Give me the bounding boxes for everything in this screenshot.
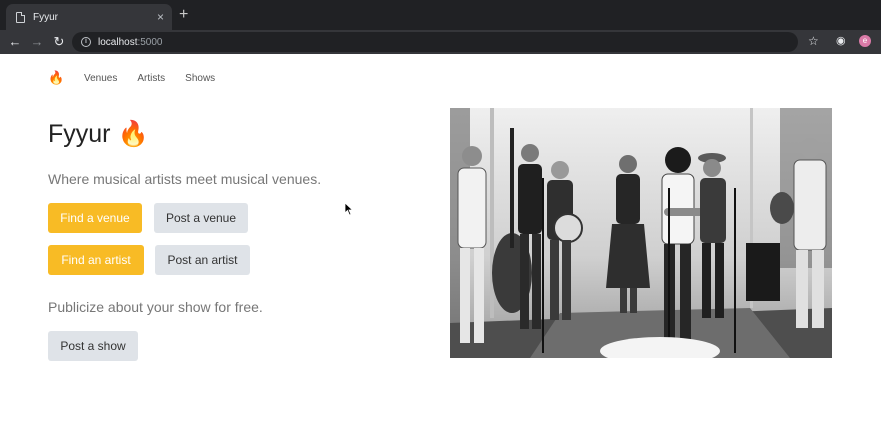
tab-title: Fyyur (33, 11, 58, 23)
document-icon (16, 11, 25, 23)
extensions-icon[interactable]: ◉ (836, 34, 846, 47)
brand-fire-icon[interactable]: 🔥 (48, 70, 64, 86)
browser-toolbar: ← → ↻ i localhost:5000 ☆ ◉ e (0, 30, 881, 54)
url-host: localhost (98, 36, 138, 48)
nav-link-shows[interactable]: Shows (185, 73, 215, 84)
post-show-button[interactable]: Post a show (48, 331, 138, 361)
page-title: Fyyur 🔥 (48, 120, 149, 148)
publicize-text: Publicize about your show for free. (48, 299, 263, 315)
post-venue-button[interactable]: Post a venue (154, 203, 248, 233)
tagline: Where musical artists meet musical venue… (48, 171, 322, 187)
band-photo (450, 108, 832, 358)
site-navbar: 🔥 Venues Artists Shows (48, 68, 215, 88)
find-artist-button[interactable]: Find an artist (48, 245, 144, 275)
address-bar[interactable]: i localhost:5000 (72, 32, 798, 52)
url-port: :5000 (137, 36, 163, 48)
url-text: localhost:5000 (98, 37, 163, 48)
browser-tab-strip: Fyyur × + (0, 0, 881, 30)
bookmark-star-icon[interactable]: ☆ (808, 34, 819, 48)
new-tab-button[interactable]: + (179, 7, 188, 23)
find-venue-button[interactable]: Find a venue (48, 203, 142, 233)
close-tab-icon[interactable]: × (157, 10, 164, 24)
forward-arrow-icon[interactable]: → (28, 33, 46, 51)
post-artist-button[interactable]: Post an artist (155, 245, 250, 275)
info-icon[interactable]: i (81, 37, 91, 47)
nav-link-venues[interactable]: Venues (84, 73, 117, 84)
browser-tab[interactable]: Fyyur × (6, 4, 172, 30)
profile-avatar[interactable]: e (859, 35, 871, 47)
nav-link-artists[interactable]: Artists (137, 73, 165, 84)
mouse-cursor-icon (345, 203, 354, 216)
back-arrow-icon[interactable]: ← (6, 33, 24, 51)
reload-icon[interactable]: ↻ (50, 33, 68, 51)
